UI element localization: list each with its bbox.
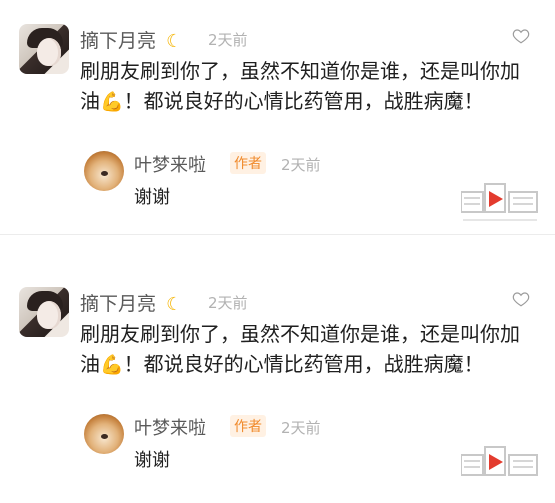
comment-author[interactable]: 摘下月亮 ☾	[80, 289, 182, 316]
avatar-face	[37, 38, 61, 66]
heart-outline-icon[interactable]	[511, 27, 531, 45]
crescent-moon-icon: ☾	[166, 31, 183, 52]
comment-author-label: 摘下月亮	[80, 30, 157, 52]
comment-author-label: 摘下月亮	[80, 293, 157, 315]
reply-author[interactable]: 叶梦来啦	[134, 151, 206, 177]
author-badge: 作者	[230, 415, 266, 437]
flexed-biceps-icon: 💪	[100, 91, 124, 113]
crescent-moon-icon: ☾	[166, 294, 183, 315]
heart-outline-icon[interactable]	[511, 290, 531, 308]
comment-text: 刷朋友刷到你了，虽然不知道你是谁，还是叫你加油💪！都说良好的心情比药管用，战胜病…	[80, 56, 535, 117]
comment-text-part2: ！都说良好的心情比药管用，战胜病魔！	[123, 352, 484, 376]
comment-text: 刷朋友刷到你了，虽然不知道你是谁，还是叫你加油💪！都说良好的心情比药管用，战胜病…	[80, 319, 535, 380]
reply-avatar[interactable]	[84, 151, 124, 191]
avatar[interactable]	[19, 24, 69, 74]
reply-time: 2天前	[281, 156, 321, 174]
avatar-dog-nose	[101, 171, 108, 176]
comment-time: 2天前	[208, 294, 248, 312]
reply-avatar[interactable]	[84, 414, 124, 454]
reply-time: 2天前	[281, 419, 321, 437]
comment-time: 2天前	[208, 31, 248, 49]
avatar[interactable]	[19, 287, 69, 337]
watermark-logo	[461, 446, 538, 476]
divider	[0, 234, 555, 235]
author-badge: 作者	[230, 152, 266, 174]
watermark-logo	[461, 183, 538, 221]
comment-text-part2: ！都说良好的心情比药管用，战胜病魔！	[123, 89, 484, 113]
flexed-biceps-icon: 💪	[100, 354, 124, 376]
comment-block-1: 摘下月亮 ☾ 2天前 刷朋友刷到你了，虽然不知道你是谁，还是叫你加油💪！都说良好…	[0, 0, 555, 240]
reply-text: 谢谢	[134, 187, 170, 208]
comment-block-2: 摘下月亮 ☾ 2天前 刷朋友刷到你了，虽然不知道你是谁，还是叫你加油💪！都说良好…	[0, 263, 555, 503]
avatar-face	[37, 301, 61, 329]
comment-author[interactable]: 摘下月亮 ☾	[80, 26, 182, 53]
reply-author[interactable]: 叶梦来啦	[134, 414, 206, 440]
reply-text: 谢谢	[134, 450, 170, 471]
avatar-dog-nose	[101, 434, 108, 439]
